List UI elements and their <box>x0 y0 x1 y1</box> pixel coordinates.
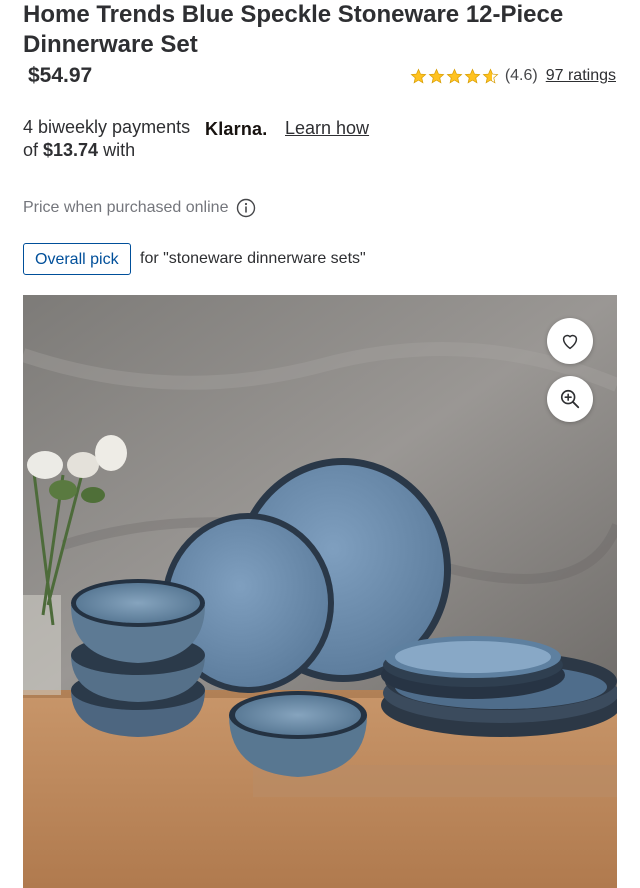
star-icon <box>428 68 445 84</box>
product-title: Home Trends Blue Speckle Stoneware 12-Pi… <box>23 1 564 58</box>
badge-context: for "stoneware dinnerware sets" <box>140 250 366 267</box>
info-icon[interactable] <box>236 198 256 218</box>
klarna-learn-how-link[interactable]: Learn how <box>285 118 369 139</box>
product-price: $54.97 <box>28 64 93 87</box>
rating-value: (4.6) <box>504 67 538 84</box>
star-icon <box>446 68 463 84</box>
zoom-button[interactable] <box>547 376 593 422</box>
klarna-amount: $13.74 <box>43 140 99 160</box>
rating-summary[interactable]: (4.6) 97 ratings <box>410 67 616 85</box>
klarna-logo: Klarna. <box>205 119 268 139</box>
price-note: Price when purchased online <box>23 198 256 218</box>
star-icon <box>410 68 427 84</box>
ratings-count-link[interactable]: 97 ratings <box>546 67 616 85</box>
product-image[interactable] <box>23 295 617 888</box>
overall-pick-badge: Overall pick <box>23 243 131 275</box>
heart-icon <box>562 334 578 350</box>
favorite-button[interactable] <box>547 318 593 364</box>
price-note-text: Price when purchased online <box>23 199 229 216</box>
rating-stars <box>410 68 499 85</box>
klarna-installments: 4 biweekly payments of $13.74 with <box>23 116 203 162</box>
zoom-in-icon <box>560 389 580 409</box>
product-photo <box>23 295 617 888</box>
klarna-suffix: with <box>98 140 136 160</box>
star-icon <box>464 68 481 84</box>
star-half-icon <box>482 68 499 84</box>
